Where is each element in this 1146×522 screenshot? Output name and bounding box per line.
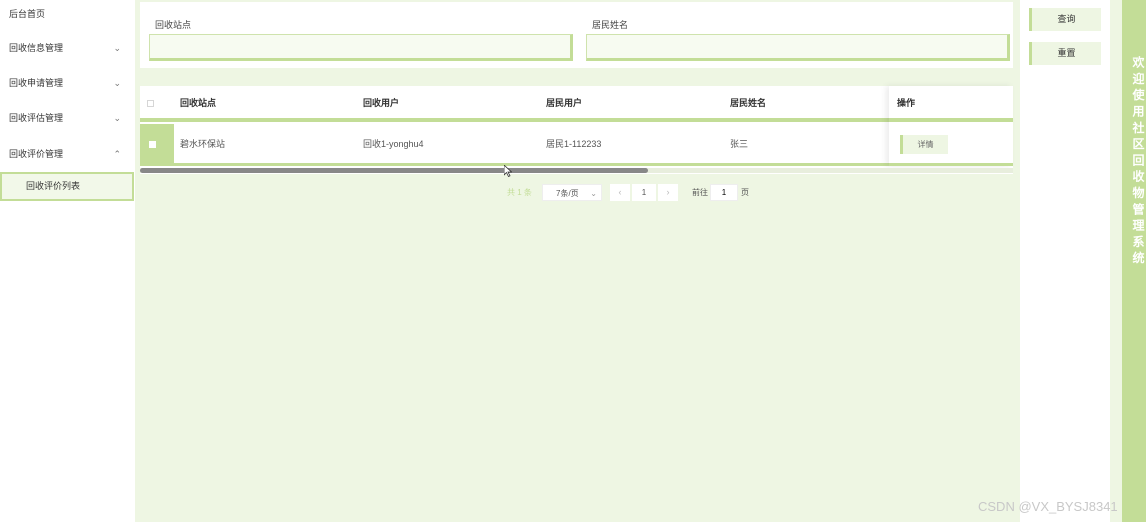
separator-strip [1110, 0, 1122, 522]
chevron-down-icon: ⌄ [113, 113, 121, 123]
sidebar-subitem-label: 回收评价列表 [26, 181, 81, 191]
scrollbar-thumb[interactable] [140, 168, 648, 173]
station-input[interactable] [149, 34, 573, 61]
sidebar-item-recycle-info[interactable]: 回收信息管理 ⌄ [0, 34, 135, 62]
search-panel: 回收站点 居民姓名 [140, 2, 1013, 68]
vertical-title-panel: 欢迎使用社区回收物管理系统 [1122, 0, 1146, 522]
total-count: 共 1 条 [507, 188, 532, 197]
watermark: CSDN @VX_BYSJ8341 [978, 499, 1118, 514]
page-suffix-label: 页 [741, 188, 749, 197]
sidebar-item-label: 后台首页 [9, 9, 46, 19]
sidebar-item-label: 回收评估管理 [9, 113, 64, 123]
pagination: 共 1 条 7条/页 ⌄ ‹ 1 › 前往 页 [135, 184, 1020, 201]
sidebar-item-label: 回收信息管理 [9, 43, 64, 53]
sidebar-item-recycle-assess[interactable]: 回收评估管理 ⌄ [0, 104, 135, 132]
chevron-down-icon: ⌄ [113, 43, 121, 53]
station-label: 回收站点 [155, 20, 192, 30]
resident-name-label: 居民姓名 [592, 20, 629, 30]
chevron-down-icon: ⌄ [590, 189, 597, 198]
column-header-resident-name[interactable]: 居民姓名 [730, 86, 766, 120]
page-size-select[interactable]: 7条/页 ⌄ [542, 184, 602, 201]
prev-page-button[interactable]: ‹ [610, 184, 630, 201]
query-button[interactable]: 查询 [1029, 8, 1101, 31]
main-content: 回收站点 居民姓名 回收站点 回收用户 居民用户 居民姓名 操作 碧水环保站 回… [135, 0, 1020, 522]
column-header-resident-user[interactable]: 居民用户 [546, 86, 582, 120]
cell-resident-user: 居民1-112233 [546, 139, 602, 149]
row-checkbox-cell [140, 124, 174, 164]
table-header: 回收站点 回收用户 居民用户 居民姓名 操作 [140, 86, 1013, 122]
next-page-button[interactable]: › [658, 184, 678, 201]
vertical-title: 欢迎使用社区回收物管理系统 [1131, 56, 1145, 268]
sidebar-item-label: 回收评价管理 [9, 149, 64, 159]
cell-user: 回收1-yonghu4 [363, 139, 424, 149]
table-row[interactable]: 碧水环保站 回收1-yonghu4 居民1-112233 张三 详情 [140, 124, 1013, 166]
chevron-down-icon: ⌄ [113, 78, 121, 88]
goto-label: 前往 [692, 188, 708, 197]
column-header-station[interactable]: 回收站点 [180, 86, 216, 120]
sidebar-item-home[interactable]: 后台首页 [0, 0, 135, 28]
cell-station: 碧水环保站 [180, 139, 226, 149]
column-header-user[interactable]: 回收用户 [363, 86, 399, 120]
chevron-right-icon: › [666, 187, 670, 197]
cell-resident-name: 张三 [730, 139, 749, 149]
resident-name-input[interactable] [586, 34, 1010, 61]
sidebar-item-recycle-apply[interactable]: 回收申请管理 ⌄ [0, 69, 135, 97]
goto-page-input[interactable] [710, 184, 738, 201]
sidebar: 后台首页 回收信息管理 ⌄ 回收申请管理 ⌄ 回收评估管理 ⌄ 回收评价管理 ⌃… [0, 0, 135, 522]
reset-button[interactable]: 重置 [1029, 42, 1101, 65]
chevron-up-icon: ⌃ [113, 149, 121, 159]
mouse-cursor-icon [504, 165, 512, 177]
page-size-value: 7条/页 [556, 189, 579, 198]
fixed-column-shadow [889, 86, 1013, 166]
select-all-checkbox[interactable] [147, 100, 154, 107]
horizontal-scrollbar[interactable] [140, 168, 1013, 173]
chevron-left-icon: ‹ [618, 187, 622, 197]
sidebar-subitem-review-list[interactable]: 回收评价列表 [0, 172, 134, 201]
data-table: 回收站点 回收用户 居民用户 居民姓名 操作 碧水环保站 回收1-yonghu4… [140, 86, 1013, 174]
action-column: 查询 重置 [1020, 0, 1110, 522]
row-checkbox[interactable] [149, 141, 156, 148]
page-number-1[interactable]: 1 [632, 184, 656, 201]
sidebar-item-label: 回收申请管理 [9, 78, 64, 88]
sidebar-item-recycle-review[interactable]: 回收评价管理 ⌃ [0, 140, 135, 168]
